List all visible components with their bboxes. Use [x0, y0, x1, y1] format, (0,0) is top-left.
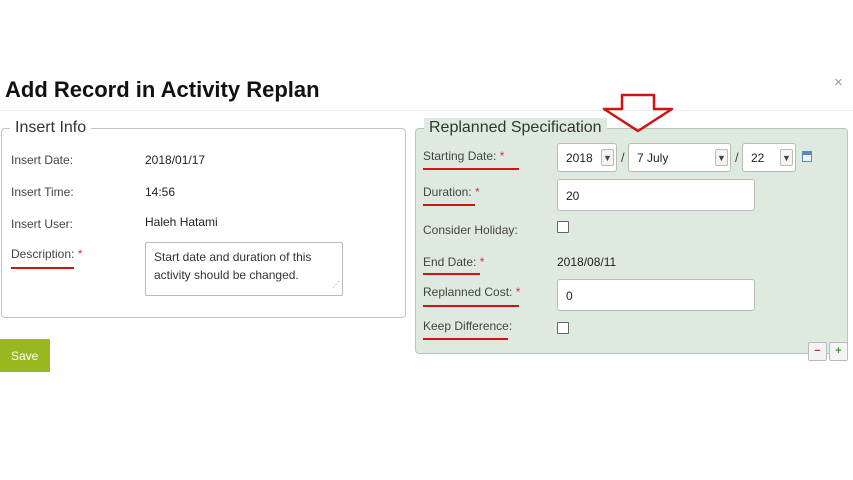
- insert-date-value: 2018/01/17: [145, 153, 206, 167]
- chevron-down-icon[interactable]: ▼: [780, 149, 793, 166]
- starting-day-select[interactable]: 22 ▼: [742, 143, 796, 172]
- end-date-value: 2018/08/11: [557, 255, 617, 269]
- consider-holiday-checkbox[interactable]: [557, 221, 569, 233]
- dialog-title: Add Record in Activity Replan: [5, 77, 320, 102]
- replanned-cost-label: Replanned Cost: *: [423, 285, 520, 299]
- add-record-dialog: Add Record in Activity Replan × Insert I…: [0, 74, 853, 372]
- down-arrow-icon: [602, 93, 674, 133]
- duration-value: 20: [566, 189, 580, 203]
- title-divider: [0, 110, 853, 111]
- replanned-cost-value: 0: [566, 289, 573, 303]
- end-date-label-text: End Date:: [423, 255, 477, 269]
- consider-holiday-label: Consider Holiday:: [423, 223, 518, 237]
- starting-month-select[interactable]: 7 July ▼: [628, 143, 731, 172]
- annotation-underline: [11, 267, 74, 269]
- description-textarea[interactable]: Start date and duration of this activity…: [145, 242, 343, 296]
- insert-date-label: Insert Date:: [11, 153, 74, 167]
- insert-info-legend: Insert Info: [10, 118, 92, 138]
- replanned-cost-input[interactable]: 0: [557, 279, 755, 311]
- starting-date-label: Starting Date: *: [423, 149, 504, 163]
- annotation-underline: [423, 273, 480, 275]
- required-mark: *: [77, 247, 83, 261]
- chevron-down-icon[interactable]: ▼: [715, 149, 728, 166]
- save-button[interactable]: Save: [0, 339, 50, 372]
- starting-day-value: 22: [751, 151, 765, 165]
- replanned-specification-legend: Replanned Specification: [424, 118, 607, 138]
- required-mark: *: [475, 185, 480, 199]
- required-mark: *: [479, 255, 485, 269]
- chevron-down-icon[interactable]: ▼: [601, 149, 614, 166]
- date-separator: /: [735, 150, 739, 165]
- calendar-icon[interactable]: [802, 151, 812, 162]
- insert-user-label: Insert User:: [11, 217, 74, 231]
- duration-label-text: Duration:: [423, 185, 472, 199]
- starting-year-value: 2018: [566, 151, 593, 165]
- insert-time-value: 14:56: [145, 185, 176, 199]
- duration-label: Duration: *: [423, 185, 480, 199]
- description-label: Description: *: [11, 247, 82, 261]
- starting-month-value: 7 July: [637, 151, 669, 165]
- add-row-button[interactable]: +: [829, 342, 848, 361]
- description-label-text: Description:: [11, 247, 75, 261]
- duration-input[interactable]: 20: [557, 179, 755, 211]
- annotation-underline: [423, 168, 519, 170]
- end-date-label: End Date: *: [423, 255, 484, 269]
- resize-grip-icon[interactable]: ⋰: [332, 276, 340, 294]
- required-mark: *: [515, 285, 521, 299]
- required-mark: *: [499, 149, 505, 163]
- insert-user-value: Haleh Hatami: [145, 215, 218, 229]
- replanned-cost-label-text: Replanned Cost:: [423, 285, 513, 299]
- close-icon[interactable]: ×: [834, 74, 843, 91]
- annotation-underline: [423, 204, 475, 206]
- starting-date-label-text: Starting Date:: [423, 149, 497, 163]
- keep-difference-label: Keep Difference:: [423, 319, 513, 333]
- insert-time-label: Insert Time:: [11, 185, 74, 199]
- date-separator: /: [621, 150, 625, 165]
- annotation-underline: [423, 305, 519, 307]
- annotation-underline: [423, 338, 508, 340]
- remove-row-button[interactable]: −: [808, 342, 827, 361]
- description-text: Start date and duration of this activity…: [154, 250, 312, 282]
- starting-year-select[interactable]: 2018 ▼: [557, 143, 617, 172]
- keep-difference-checkbox[interactable]: [557, 322, 569, 334]
